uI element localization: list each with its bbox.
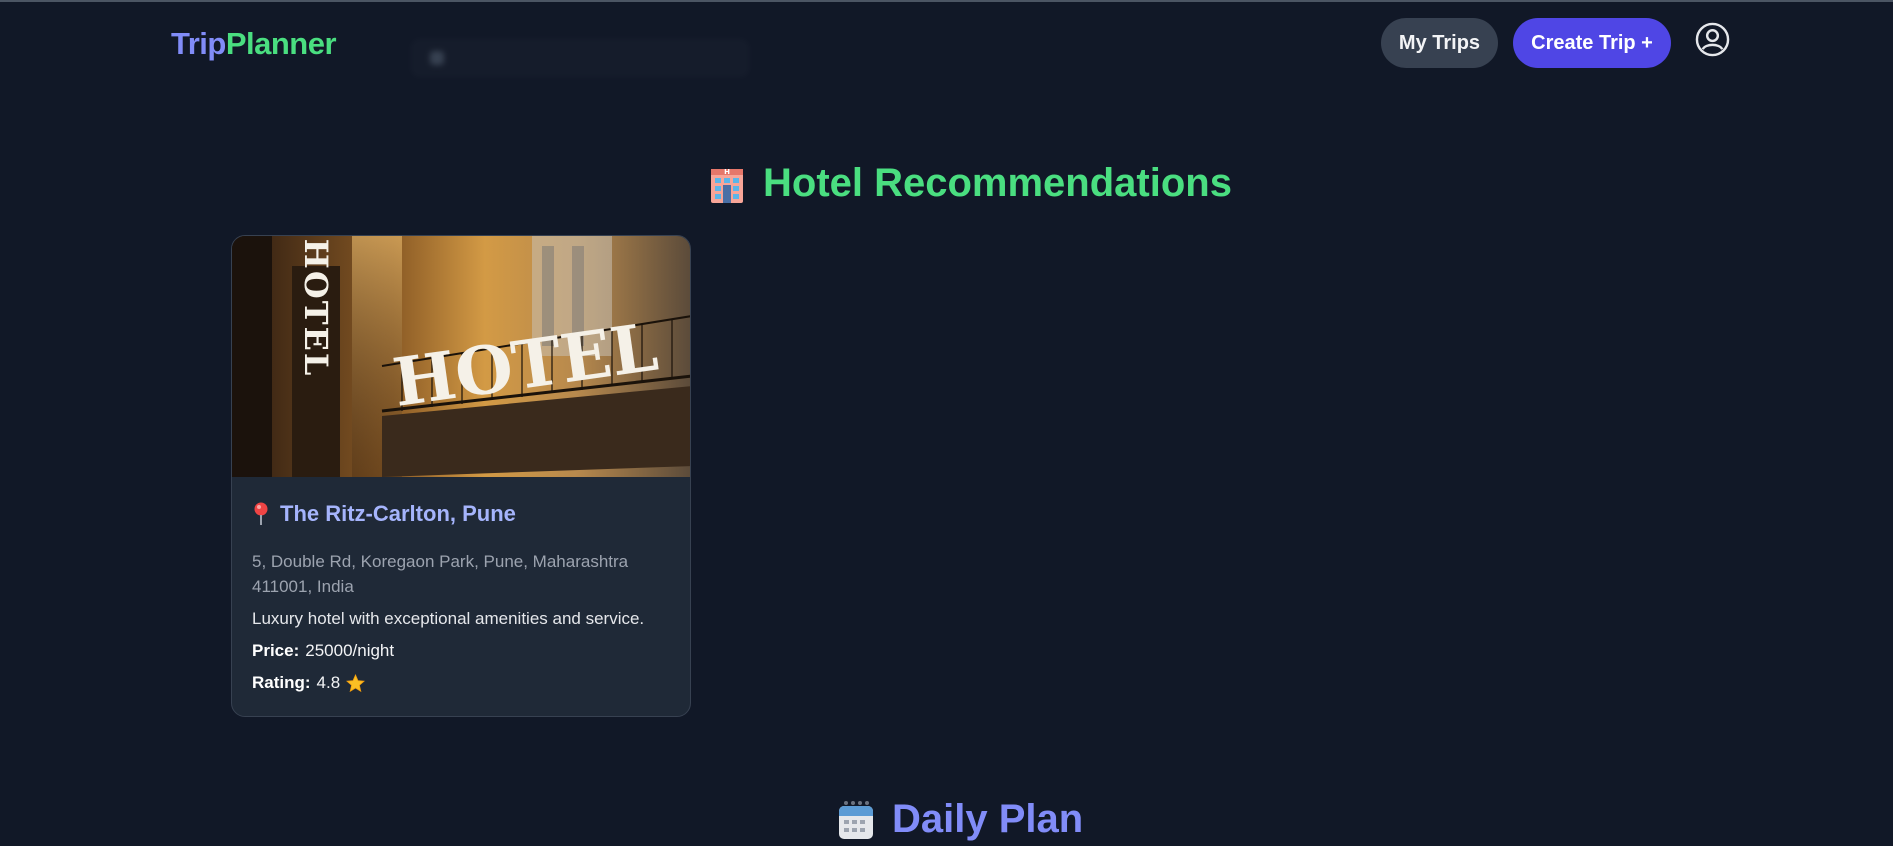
hotel-name[interactable]: The Ritz-Carlton, Pune (252, 501, 670, 527)
star-icon (346, 673, 366, 692)
rating-label: Rating: (252, 673, 311, 692)
hotel-price: Price: 25000/night (252, 641, 670, 661)
image-vertical-sign: HOTEL (297, 239, 335, 378)
blurred-background-element (410, 38, 750, 78)
hotel-section-title: H Hotel Recommendations (707, 161, 1232, 206)
daily-plan-title-text: Daily Plan (892, 797, 1084, 841)
app-logo[interactable]: TripPlanner (171, 26, 337, 62)
top-navbar: TripPlanner My Trips Create Trip + (0, 0, 1893, 90)
hotel-name-text: The Ritz-Carlton, Pune (280, 501, 516, 526)
create-trip-button[interactable]: Create Trip + (1513, 18, 1671, 68)
hotel-address: 5, Double Rd, Koregaon Park, Pune, Mahar… (252, 552, 629, 596)
hotel-emoji-icon: H (711, 168, 743, 203)
rating-value: 4.8 (316, 673, 341, 692)
my-trips-button[interactable]: My Trips (1381, 18, 1498, 68)
hotel-card[interactable]: HOTEL HOTEL The Ritz-Carlton, Pune 5, Do… (231, 235, 691, 717)
blurred-icon (430, 51, 444, 65)
daily-plan-section-title: Daily Plan (836, 797, 1083, 842)
logo-planner-text: Planner (225, 26, 337, 61)
price-value: 25000/night (305, 641, 395, 660)
svg-text:H: H (724, 168, 730, 176)
user-circle-icon[interactable] (1695, 22, 1730, 57)
calendar-emoji-icon (839, 800, 873, 839)
hotel-section-title-text: Hotel Recommendations (763, 161, 1232, 205)
logo-trip-text: Trip (171, 26, 226, 61)
hotel-rating: Rating: 4.8 (252, 673, 670, 693)
map-pin-icon (254, 502, 268, 525)
hotel-description: Luxury hotel with exceptional amenities … (252, 609, 645, 628)
hotel-image: HOTEL HOTEL (232, 236, 690, 477)
price-label: Price: (252, 641, 300, 660)
